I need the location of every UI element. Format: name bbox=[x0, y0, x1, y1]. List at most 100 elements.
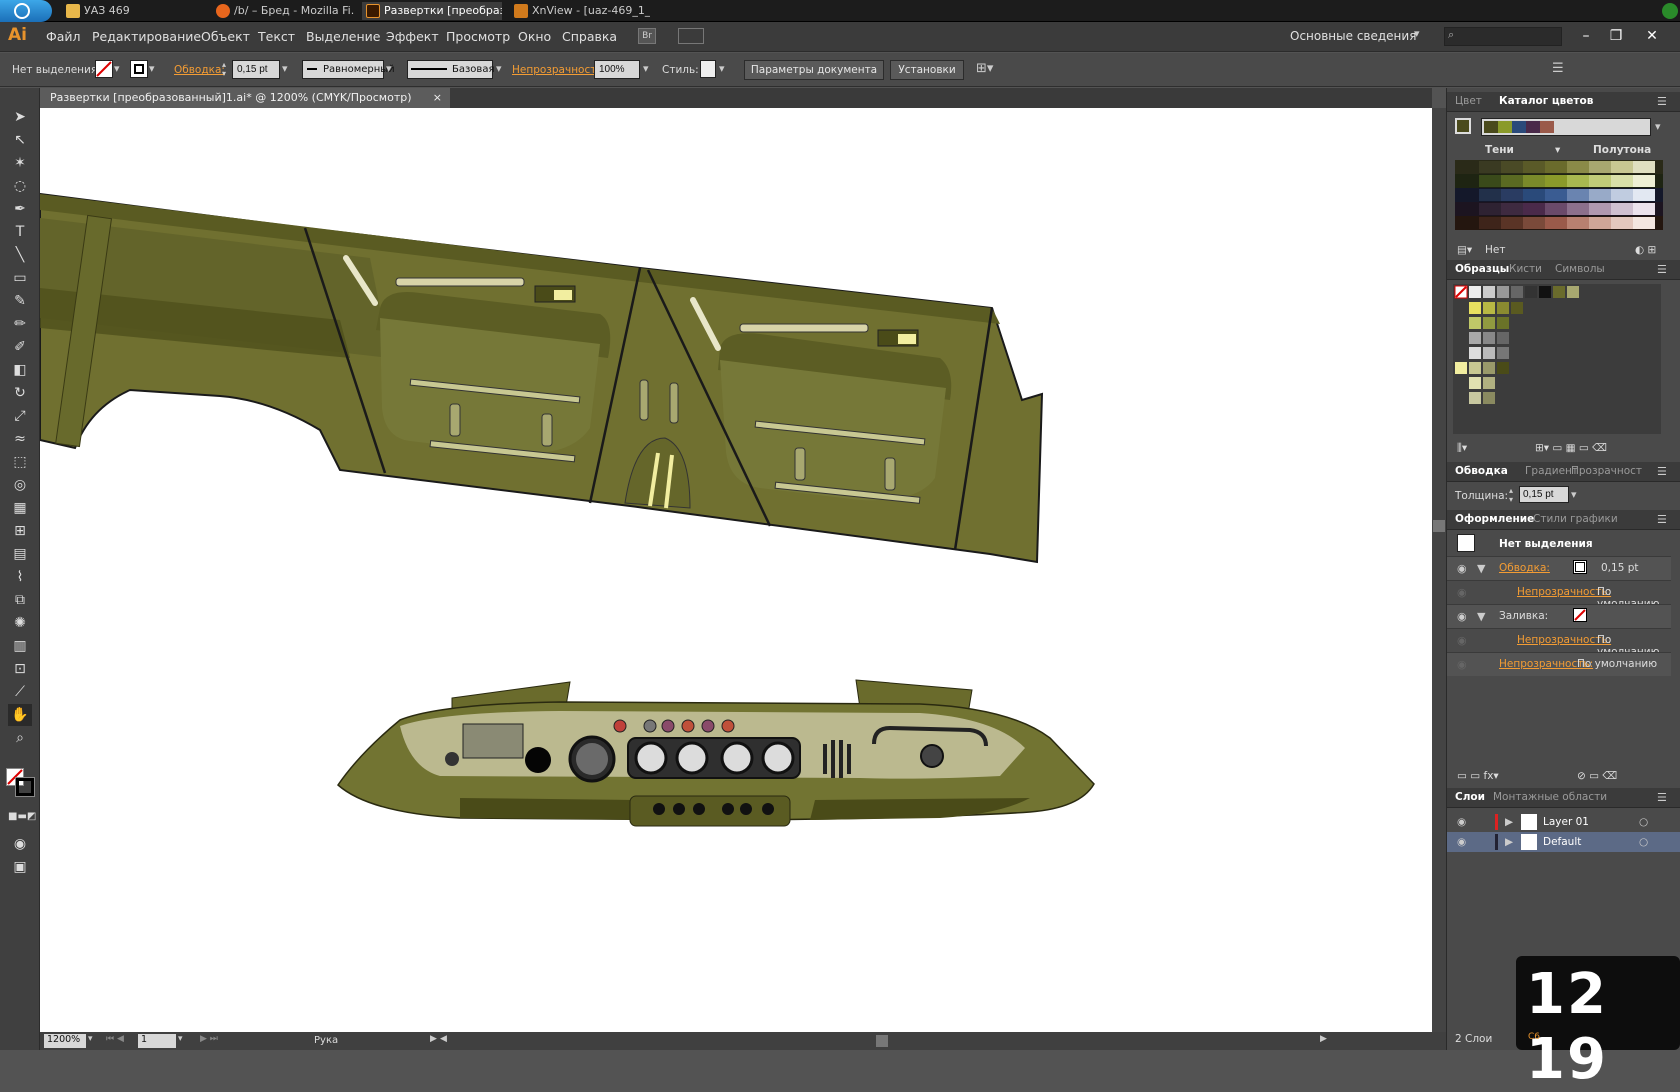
stroke-color-swatch[interactable] bbox=[1573, 560, 1587, 574]
artboard-tool-icon[interactable]: ⊡ bbox=[8, 658, 32, 680]
layer-row[interactable]: ◉ ▶ Default ○ bbox=[1447, 832, 1680, 852]
panel-menu-icon[interactable]: ☰ bbox=[1657, 791, 1667, 804]
panel-menu-icon[interactable]: ☰ bbox=[1657, 513, 1667, 526]
task-xnview[interactable]: XnView - [uaz-469_1_... bbox=[510, 2, 650, 20]
stroke-weight-dropdown-icon[interactable]: ▾ bbox=[1571, 488, 1577, 501]
swatch-library-menu-icon[interactable]: ⫼▾ bbox=[1457, 442, 1467, 455]
tab-symbols[interactable]: Символы bbox=[1555, 263, 1605, 275]
warp-icon[interactable]: ≈ bbox=[8, 428, 32, 450]
eye-icon[interactable]: ◉ bbox=[1457, 610, 1467, 623]
fill-swatch[interactable] bbox=[95, 60, 113, 78]
tab-swatches[interactable]: Образцы bbox=[1455, 263, 1509, 275]
menu-help[interactable]: Справка bbox=[562, 29, 617, 44]
appearance-fill-opacity-row[interactable]: ◉ Непрозрачность: По умолчанию bbox=[1447, 628, 1671, 658]
task-folder[interactable]: УАЗ 469 bbox=[62, 2, 202, 20]
stroke-label[interactable]: Обводка: bbox=[174, 64, 225, 76]
stroke-weight-input[interactable] bbox=[1519, 486, 1569, 503]
swatch-kinds-icon[interactable]: ⊞▾ ▭ ▦ ▭ ⌫ bbox=[1535, 442, 1607, 454]
stroke-color-icon[interactable] bbox=[15, 777, 35, 797]
menu-effect[interactable]: Эффект bbox=[386, 29, 439, 44]
workspace-switcher[interactable]: Основные сведения bbox=[1290, 29, 1416, 43]
selection-tool-icon[interactable]: ➤ bbox=[8, 106, 32, 128]
magic-wand-icon[interactable]: ✶ bbox=[8, 152, 32, 174]
document-tab[interactable]: Развертки [преобразованный]1.ai* @ 1200%… bbox=[40, 88, 450, 108]
artboard-canvas[interactable] bbox=[40, 108, 1432, 1032]
appearance-fill-row[interactable]: ◉ ▼ Заливка: bbox=[1447, 604, 1671, 628]
tab-color[interactable]: Цвет bbox=[1455, 95, 1482, 107]
disclosure-triangle-icon[interactable]: ▼ bbox=[1477, 562, 1485, 575]
tab-artboards[interactable]: Монтажные области bbox=[1493, 791, 1607, 803]
eye-icon[interactable]: ◉ bbox=[1457, 658, 1467, 671]
appearance-stroke-label[interactable]: Обводка: bbox=[1499, 562, 1550, 574]
document-setup-button[interactable]: Параметры документа bbox=[744, 60, 884, 80]
rectangle-tool-icon[interactable]: ▭ bbox=[8, 267, 32, 289]
menu-select[interactable]: Выделение bbox=[306, 29, 380, 44]
appearance-delete-icons[interactable]: ⊘ ▭ ⌫ bbox=[1577, 770, 1617, 782]
start-button[interactable] bbox=[0, 0, 52, 22]
horizontal-scroll-thumb[interactable] bbox=[876, 1035, 888, 1047]
scroll-left-icon[interactable]: ◀ bbox=[440, 1034, 447, 1044]
appearance-object-opacity-row[interactable]: ◉ Непрозрачность: По умолчанию bbox=[1447, 652, 1671, 676]
tab-graphic-styles[interactable]: Стили графики bbox=[1533, 513, 1618, 525]
profile-dropdown-icon[interactable]: ▾ bbox=[386, 62, 392, 75]
opacity-label[interactable]: Непрозрачность: bbox=[512, 64, 606, 76]
expand-layer-icon[interactable]: ▶ bbox=[1505, 812, 1513, 832]
blend-icon[interactable]: ⧉ bbox=[8, 589, 32, 611]
appearance-fill-label[interactable]: Заливка: bbox=[1499, 610, 1548, 622]
preferences-button[interactable]: Установки bbox=[890, 60, 964, 80]
shades-dropdown-icon[interactable]: ▾ bbox=[1555, 144, 1560, 156]
hand-tool-icon[interactable]: ✋ bbox=[8, 704, 32, 726]
close-tab-icon[interactable]: × bbox=[433, 88, 442, 108]
mesh-icon[interactable]: ⊞ bbox=[8, 520, 32, 542]
arrange-documents-button[interactable] bbox=[678, 28, 704, 44]
task-firefox[interactable]: /b/ – Бред - Mozilla Fi... bbox=[212, 2, 354, 20]
rotate-icon[interactable]: ↻ bbox=[8, 382, 32, 404]
opacity-dropdown-icon[interactable]: ▾ bbox=[643, 62, 649, 75]
appearance-stroke-opacity-row[interactable]: ◉ Непрозрачность: По умолчанию bbox=[1447, 580, 1671, 610]
artboard-dropdown-icon[interactable]: ▾ bbox=[178, 1034, 183, 1044]
scale-icon[interactable]: ⤢ bbox=[8, 405, 32, 427]
status-menu-icon[interactable]: ▶ bbox=[430, 1034, 437, 1044]
appearance-stroke-row[interactable]: ◉ ▼ Обводка: 0,15 pt bbox=[1447, 556, 1671, 580]
tab-transparency[interactable]: Прозрачност bbox=[1571, 465, 1642, 477]
first-artboard-icon[interactable]: ⏮ ◀ bbox=[106, 1034, 124, 1044]
vertical-scroll-thumb[interactable] bbox=[1433, 520, 1445, 532]
type-tool-icon[interactable]: T bbox=[8, 221, 32, 243]
disclosure-triangle-icon[interactable]: ▼ bbox=[1477, 610, 1485, 623]
perspective-grid-icon[interactable]: ▦ bbox=[8, 497, 32, 519]
harmony-dropdown-icon[interactable]: ▾ bbox=[1655, 120, 1661, 133]
swatch-library-icon[interactable]: ▤▾ bbox=[1457, 244, 1472, 256]
panel-menu-icon[interactable]: ☰ bbox=[1657, 263, 1667, 276]
menu-text[interactable]: Текст bbox=[258, 29, 295, 44]
task-illustrator[interactable]: Развертки [преобраз... bbox=[362, 2, 502, 20]
maximize-button[interactable]: ❐ bbox=[1600, 26, 1632, 46]
paintbrush-icon[interactable]: ✎ bbox=[8, 290, 32, 312]
draw-mode-icon[interactable]: ◉ bbox=[8, 833, 32, 855]
zoom-tool-icon[interactable]: ⌕ bbox=[8, 727, 32, 749]
target-icon[interactable]: ○ bbox=[1639, 832, 1648, 852]
artboard-field[interactable]: 1 bbox=[138, 1034, 176, 1048]
eye-icon[interactable]: ◉ bbox=[1457, 832, 1466, 852]
bridge-button[interactable]: Br bbox=[638, 28, 656, 44]
tab-appearance[interactable]: Оформление bbox=[1455, 513, 1534, 525]
pencil-icon[interactable]: ✏ bbox=[8, 313, 32, 335]
stroke-weight-stepper[interactable]: ▴ ▾ bbox=[1509, 486, 1513, 504]
swatch-grid[interactable] bbox=[1453, 284, 1661, 434]
brush-dropdown-icon[interactable]: ▾ bbox=[496, 62, 502, 75]
eye-icon[interactable]: ◉ bbox=[1457, 812, 1466, 832]
expand-layer-icon[interactable]: ▶ bbox=[1505, 832, 1513, 852]
target-icon[interactable]: ○ bbox=[1639, 812, 1648, 832]
direct-selection-tool-icon[interactable]: ↖ bbox=[8, 129, 32, 151]
last-artboard-icon[interactable]: ▶ ⏭ bbox=[200, 1034, 218, 1044]
tab-brushes[interactable]: Кисти bbox=[1509, 263, 1542, 275]
panel-menu-icon[interactable]: ☰ bbox=[1657, 95, 1667, 108]
tab-color-guide[interactable]: Каталог цветов bbox=[1499, 95, 1593, 107]
eraser-icon[interactable]: ◧ bbox=[8, 359, 32, 381]
gradient-tool-icon[interactable]: ▤ bbox=[8, 543, 32, 565]
stroke-dropdown-icon[interactable]: ▾ bbox=[149, 62, 155, 75]
eyedropper-icon[interactable]: ⌇ bbox=[8, 566, 32, 588]
lasso-icon[interactable]: ◌ bbox=[8, 175, 32, 197]
tab-stroke[interactable]: Обводка bbox=[1455, 465, 1508, 477]
graphic-style-swatch[interactable] bbox=[700, 60, 716, 78]
color-mode-icon[interactable]: ■▬◩ bbox=[8, 806, 36, 828]
